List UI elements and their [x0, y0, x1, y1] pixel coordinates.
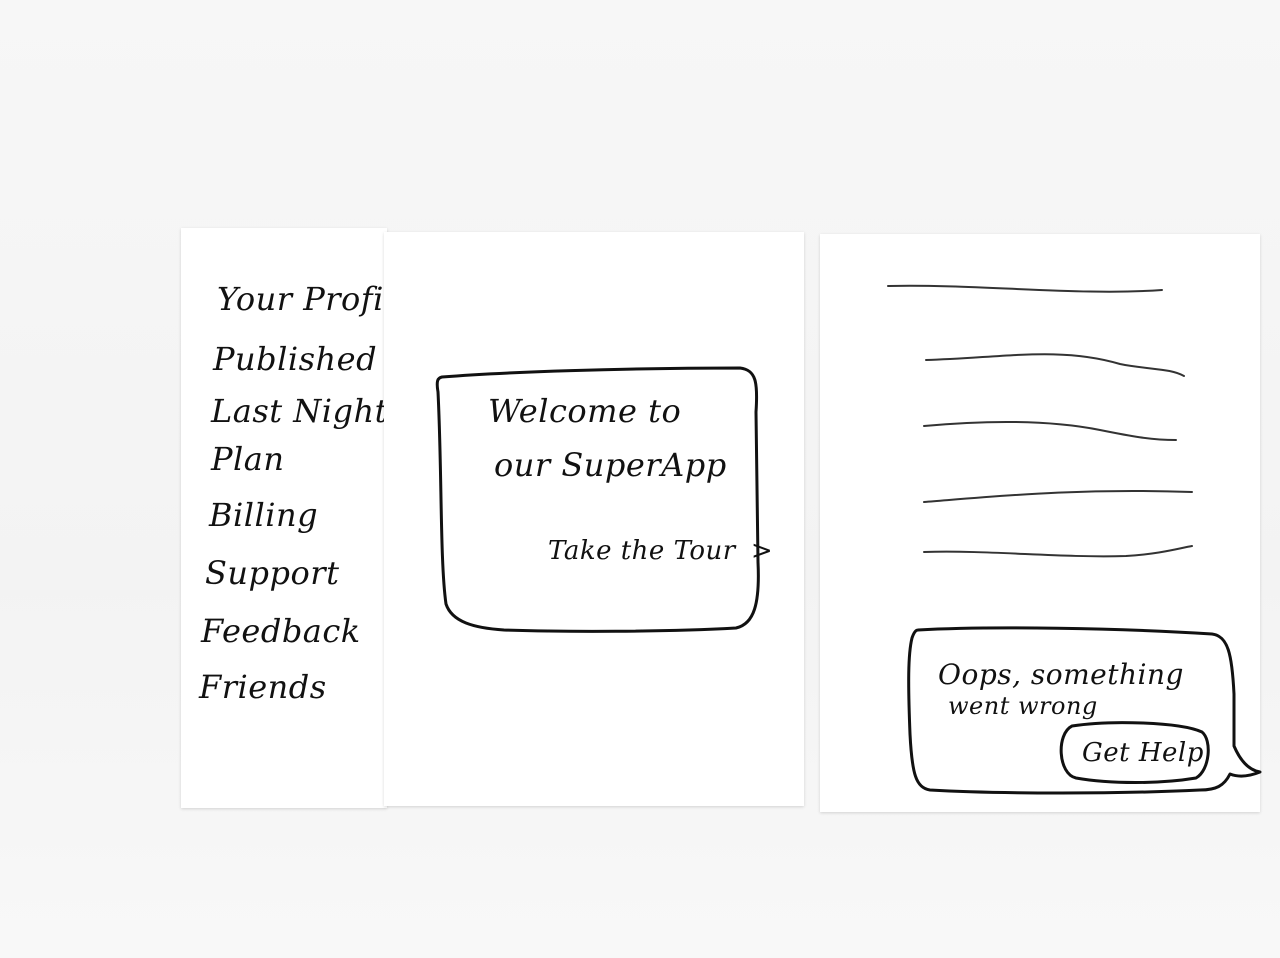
content-card: Oops, something went wrong Get Help — [820, 234, 1262, 812]
menu-item-billing[interactable]: Billing — [209, 496, 318, 534]
take-tour-label: Take the Tour — [548, 536, 736, 566]
error-message-line1: Oops, something — [938, 658, 1184, 691]
chevron-right-icon: > — [750, 536, 774, 566]
welcome-card: Welcome to our SuperApp Take the Tour > — [384, 232, 804, 806]
menu-item-plan[interactable]: Plan — [211, 440, 284, 478]
menu-item-friends[interactable]: Friends — [199, 668, 327, 706]
menu-item-feedback[interactable]: Feedback — [201, 612, 361, 650]
welcome-dialog-frame — [435, 366, 760, 633]
welcome-heading-line1: Welcome to — [488, 392, 682, 430]
menu-item-last-night[interactable]: Last Night — [211, 392, 388, 430]
take-tour-link[interactable]: Take the Tour > — [548, 536, 773, 566]
error-toast-frame — [907, 626, 1262, 795]
menu-card: Your Profile Published Last Night Plan B… — [181, 228, 414, 808]
menu-item-support[interactable]: Support — [205, 554, 339, 592]
get-help-button[interactable]: Get Help — [1082, 738, 1204, 768]
menu-item-published[interactable]: Published — [213, 340, 377, 378]
error-message-line2: went wrong — [948, 692, 1098, 720]
sketch-board: Your Profile Published Last Night Plan B… — [0, 0, 1280, 958]
welcome-heading-line2: our SuperApp — [494, 446, 727, 484]
